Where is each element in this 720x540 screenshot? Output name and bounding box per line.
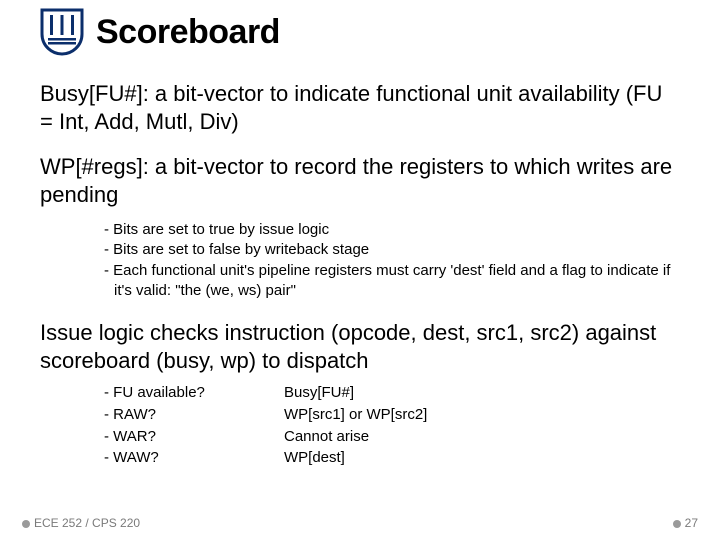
footer-right: 27 bbox=[673, 516, 698, 530]
list-item: - Each functional unit's pipeline regist… bbox=[104, 261, 680, 302]
wp-note-text: Bits are set to true by issue logic bbox=[113, 221, 329, 238]
check-a: WP[dest] bbox=[284, 447, 680, 469]
footer-left: ECE 252 / CPS 220 bbox=[22, 516, 140, 530]
check-q: WAW? bbox=[113, 449, 159, 466]
footer: ECE 252 / CPS 220 27 bbox=[0, 516, 720, 530]
slide-title: Scoreboard bbox=[96, 13, 280, 52]
content: Busy[FU#]: a bit-vector to indicate func… bbox=[40, 56, 680, 469]
header: Scoreboard bbox=[40, 0, 680, 56]
duke-shield-icon bbox=[40, 8, 84, 56]
page-number: 27 bbox=[685, 516, 698, 530]
check-q: RAW? bbox=[113, 406, 156, 423]
check-row: - WAW? WP[dest] bbox=[104, 447, 680, 469]
para-busy: Busy[FU#]: a bit-vector to indicate func… bbox=[40, 80, 680, 135]
check-row: - RAW? WP[src1] or WP[src2] bbox=[104, 404, 680, 426]
checks: - FU available? Busy[FU#] - RAW? WP[src1… bbox=[104, 382, 680, 469]
bullet-icon bbox=[22, 520, 30, 528]
check-a: WP[src1] or WP[src2] bbox=[284, 404, 680, 426]
check-row: - FU available? Busy[FU#] bbox=[104, 382, 680, 404]
check-q: WAR? bbox=[113, 428, 156, 445]
check-a: Busy[FU#] bbox=[284, 382, 680, 404]
course-code: ECE 252 / CPS 220 bbox=[34, 516, 140, 530]
slide: Scoreboard Busy[FU#]: a bit-vector to in… bbox=[0, 0, 720, 540]
wp-note-text: Bits are set to false by writeback stage bbox=[113, 241, 369, 258]
para-issue: Issue logic checks instruction (opcode, … bbox=[40, 319, 680, 374]
list-item: - Bits are set to true by issue logic bbox=[104, 220, 680, 240]
check-a: Cannot arise bbox=[284, 426, 680, 448]
check-row: - WAR? Cannot arise bbox=[104, 426, 680, 448]
para-wp: WP[#regs]: a bit-vector to record the re… bbox=[40, 153, 680, 208]
check-q: FU available? bbox=[113, 384, 205, 401]
bullet-icon bbox=[673, 520, 681, 528]
wp-notes: - Bits are set to true by issue logic - … bbox=[104, 220, 680, 301]
list-item: - Bits are set to false by writeback sta… bbox=[104, 240, 680, 260]
wp-note-text: Each functional unit's pipeline register… bbox=[113, 262, 670, 299]
